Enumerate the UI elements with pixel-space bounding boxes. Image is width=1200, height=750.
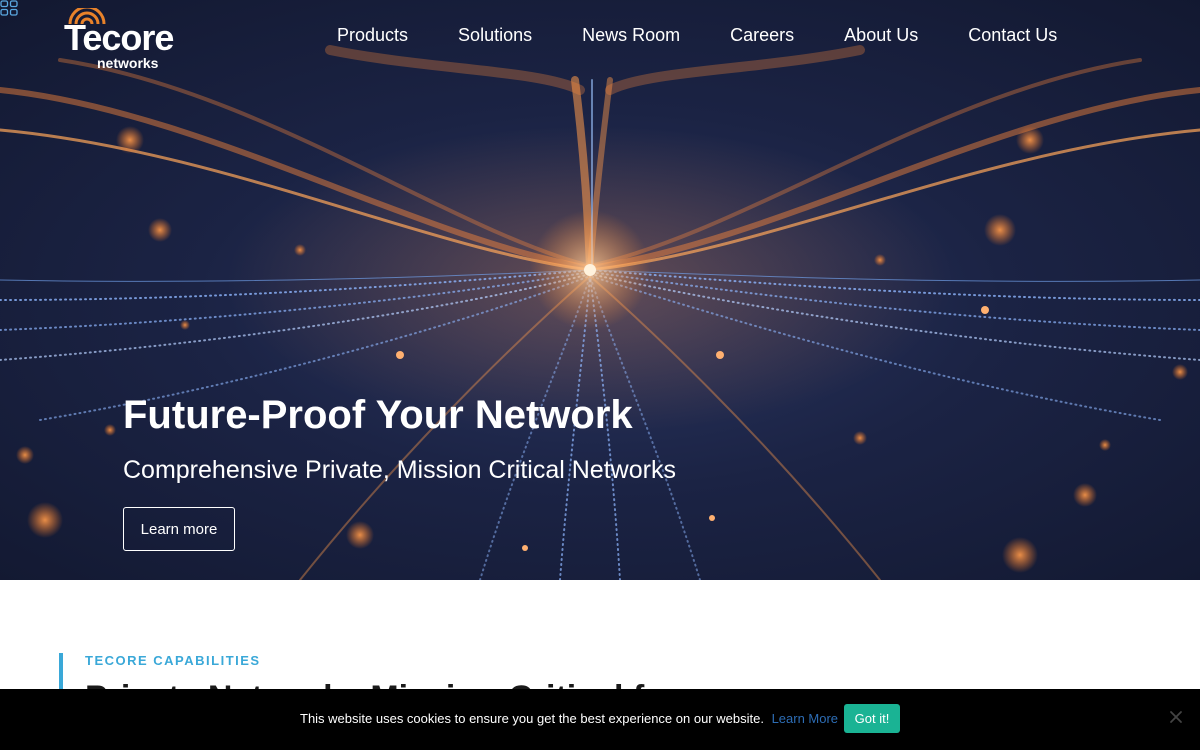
brand-logo[interactable]: Tecore networks bbox=[64, 8, 174, 71]
learn-more-button[interactable]: Learn more bbox=[123, 507, 235, 551]
capabilities-accent-bar bbox=[59, 653, 63, 693]
nav-item-solutions[interactable]: Solutions bbox=[458, 24, 532, 48]
cookie-accept-button[interactable]: Got it! bbox=[844, 704, 900, 733]
cookie-learn-more-link[interactable]: Learn More bbox=[772, 711, 838, 726]
nav-item-products[interactable]: Products bbox=[337, 24, 408, 48]
cookie-message-line: This website uses cookies to ensure you … bbox=[300, 710, 838, 728]
brand-tagline: networks bbox=[97, 55, 159, 71]
cookie-banner: This website uses cookies to ensure you … bbox=[0, 689, 1200, 750]
hero-subtitle: Comprehensive Private, Mission Critical … bbox=[123, 456, 676, 484]
hero-banner: Tecore networks Products Solutions News … bbox=[0, 0, 1200, 580]
hero-title: Future-Proof Your Network bbox=[123, 393, 633, 437]
brand-name: Tecore bbox=[64, 17, 174, 58]
nav-item-contact-us[interactable]: Contact Us bbox=[968, 24, 1057, 48]
grid-icon[interactable] bbox=[0, 0, 18, 16]
hero-network-graphic bbox=[0, 45, 1200, 580]
nav-item-about-us[interactable]: About Us bbox=[844, 24, 918, 48]
cookie-message: This website uses cookies to ensure you … bbox=[300, 711, 764, 726]
nav-item-careers[interactable]: Careers bbox=[730, 24, 794, 48]
capabilities-eyebrow: TECORE CAPABILITIES bbox=[85, 653, 261, 668]
nav-item-news-room[interactable]: News Room bbox=[582, 24, 680, 48]
main-nav: Products Solutions News Room Careers Abo… bbox=[337, 24, 1057, 48]
close-icon[interactable] bbox=[1168, 709, 1184, 725]
